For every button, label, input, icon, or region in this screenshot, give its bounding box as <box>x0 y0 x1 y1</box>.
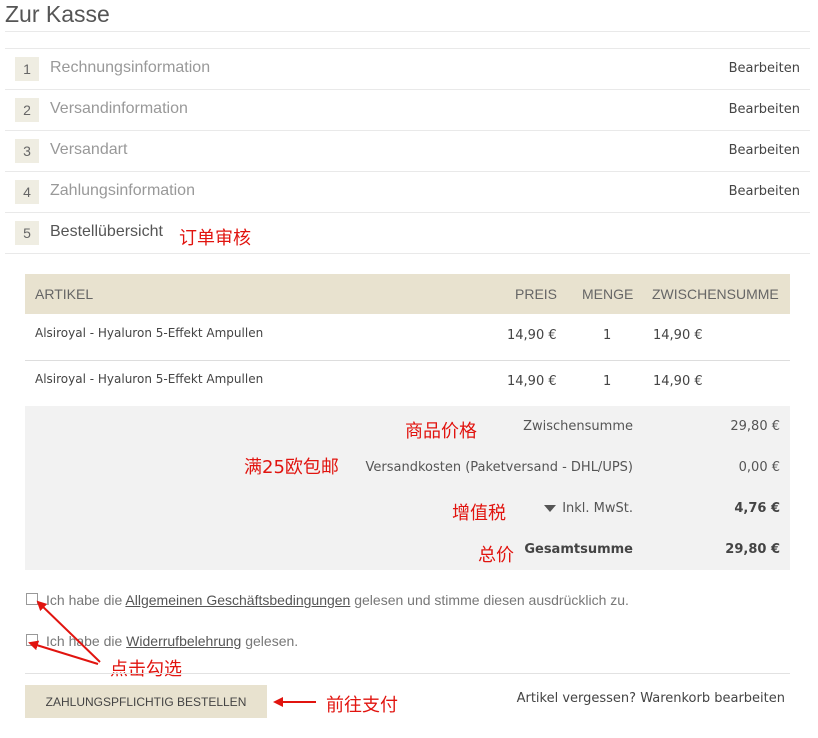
annotation-arrows <box>28 600 316 707</box>
arrow-to-withdrawal-checkbox <box>28 640 99 665</box>
arrow-to-terms-checkbox <box>36 600 101 663</box>
